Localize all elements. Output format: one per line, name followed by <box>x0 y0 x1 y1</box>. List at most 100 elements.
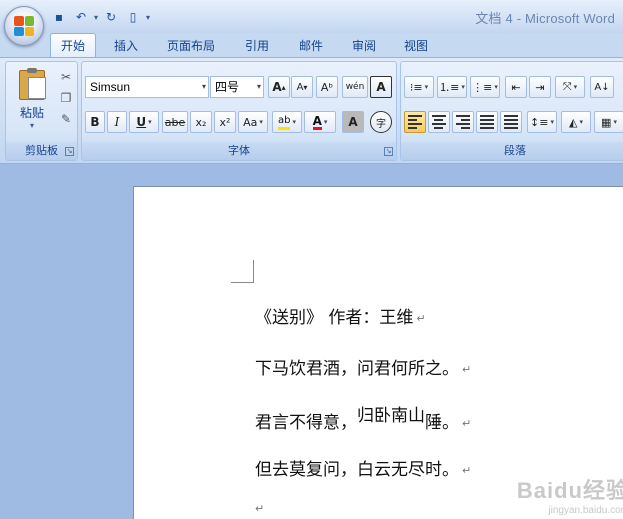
margin-corner-mark <box>231 260 254 283</box>
doc-line-1[interactable]: 下马饮君酒，问君何所之。 ↵ <box>255 354 471 379</box>
watermark-title: Baidu经验 <box>516 478 623 503</box>
bullets-button[interactable]: ⁝≡ ▾ <box>404 76 434 98</box>
align-center-button[interactable] <box>428 111 450 133</box>
paragraph-mark-icon: ↵ <box>462 464 472 477</box>
change-case-button[interactable]: Aa ▾ <box>238 111 268 133</box>
paragraph-mark-icon: ↵ <box>416 312 426 325</box>
watermark-url: jingyan.baidu.com <box>548 505 623 516</box>
highlight-icon: ab <box>278 115 291 130</box>
phonetic-guide-button[interactable]: wén <box>342 76 368 98</box>
tab-view[interactable]: 视图 <box>394 33 438 57</box>
undo-icon[interactable]: ↶ <box>72 8 90 26</box>
font-size-dropdown-icon[interactable]: ▾ <box>257 77 261 97</box>
tab-review[interactable]: 审阅 <box>342 33 386 57</box>
clipboard-dialog-launcher[interactable]: ↘ <box>65 147 74 156</box>
multilevel-list-icon: ⋮≡ <box>472 80 493 94</box>
paragraph-mark-icon: ↵ <box>255 502 265 515</box>
paste-icon <box>19 68 46 100</box>
copy-icon[interactable]: ❐ <box>56 89 76 107</box>
font-name-value: Simsun <box>90 80 131 94</box>
font-name-combo[interactable]: Simsun ▾ <box>85 76 209 98</box>
sort-button[interactable]: A↓ <box>590 76 614 98</box>
tab-home[interactable]: 开始 <box>50 33 96 57</box>
tab-references[interactable]: 引用 <box>235 33 279 57</box>
multilevel-list-button[interactable]: ⋮≡ ▾ <box>470 76 500 98</box>
clipboard-group: 粘贴 ▾ ✂ ❐ ✎ 剪贴板 ↘ <box>5 61 78 161</box>
font-size-combo[interactable]: 四号 ▾ <box>210 76 264 98</box>
font-size-value: 四号 <box>215 80 240 94</box>
justify-button[interactable] <box>476 111 498 133</box>
undo-dropdown-icon[interactable]: ▾ <box>94 13 98 22</box>
window-title: 文档 4 - Microsoft Word <box>475 11 615 26</box>
shading-button[interactable]: ◭ ▾ <box>561 111 591 133</box>
paste-button[interactable]: 粘贴 ▾ <box>12 68 52 136</box>
highlight-button[interactable]: ab ▾ <box>272 111 302 133</box>
tab-mailings[interactable]: 邮件 <box>289 33 333 57</box>
bullets-icon: ⁝≡ <box>409 80 423 94</box>
align-right-icon <box>456 115 470 129</box>
baidu-watermark: Baidu经验 jingyan.baidu.com <box>517 473 623 516</box>
shrink-font-button[interactable]: A ▾ <box>291 76 313 98</box>
bold-button[interactable]: B <box>85 111 105 133</box>
line-spacing-button[interactable]: ↕≡ ▾ <box>527 111 557 133</box>
paint-bucket-icon: ◭ <box>569 115 578 129</box>
quick-access-toolbar: ▪ ↶ ▾ ↻ ▯ ▾ <box>50 7 150 27</box>
save-icon[interactable]: ▪ <box>50 8 68 26</box>
office-button[interactable] <box>4 6 44 46</box>
doc-line-2[interactable]: 君言不得意，归卧南山陲。 ↵ <box>255 406 472 433</box>
asian-layout-button[interactable]: ⤧ ▾ <box>555 76 585 98</box>
strikethrough-button[interactable]: abe <box>162 111 188 133</box>
doc-line-empty[interactable]: ↵ <box>255 498 264 518</box>
font-name-dropdown-icon[interactable]: ▾ <box>202 77 206 97</box>
grow-font-button[interactable]: A ▴ <box>268 76 290 98</box>
paragraph-group: ⁝≡ ▾ ⒈≡ ▾ ⋮≡ ▾ ⇤ ⇥ ⤧ ▾ A↓ ↕≡ ▾ ◭ ▾ ▦ ▾ 段… <box>400 61 623 161</box>
paragraph-mark-icon: ↵ <box>462 363 472 376</box>
title-bar: ▪ ↶ ▾ ↻ ▯ ▾ 文档 4 - Microsoft Word <box>0 0 623 33</box>
new-doc-icon[interactable]: ▯ <box>124 8 142 26</box>
document-page[interactable]: 《送别》 作者：王维 ↵ 下马饮君酒，问君何所之。 ↵ 君言不得意，归卧南山陲。 ↵ … <box>133 186 623 519</box>
format-painter-icon[interactable]: ✎ <box>56 110 76 128</box>
enclose-characters-button[interactable]: 字 <box>370 111 392 133</box>
doc-line-3[interactable]: 但去莫复问，白云无尽时。 ↵ <box>255 455 471 480</box>
font-color-icon: A <box>312 113 322 130</box>
increase-indent-button[interactable]: ⇥ <box>529 76 551 98</box>
paste-dropdown-icon[interactable]: ▾ <box>30 121 34 130</box>
underline-button[interactable]: U ▾ <box>129 111 159 133</box>
font-group: Simsun ▾ 四号 ▾ A ▴ A ▾ Aᵇ wén A B I U ▾ abe … <box>81 61 397 161</box>
cut-icon[interactable]: ✂ <box>56 68 76 86</box>
justify-icon <box>480 115 494 129</box>
distributed-button[interactable] <box>500 111 522 133</box>
character-shading-button[interactable]: A <box>342 111 364 133</box>
decrease-indent-button[interactable]: ⇤ <box>505 76 527 98</box>
increase-indent-icon: ⇥ <box>535 80 545 94</box>
font-group-label: 字体 <box>82 142 396 160</box>
clipboard-small-buttons: ✂ ❐ ✎ <box>56 68 76 128</box>
doc-line-title[interactable]: 《送别》 作者：王维 ↵ <box>255 303 426 328</box>
tab-page-layout[interactable]: 页面布局 <box>160 33 222 57</box>
font-dialog-launcher[interactable]: ↘ <box>384 147 393 156</box>
align-center-icon <box>432 115 446 129</box>
borders-button[interactable]: ▦ ▾ <box>594 111 623 133</box>
tab-insert[interactable]: 插入 <box>103 33 149 57</box>
align-right-button[interactable] <box>452 111 474 133</box>
italic-button[interactable]: I <box>107 111 127 133</box>
align-left-button[interactable] <box>404 111 426 133</box>
raised-text-box[interactable]: 归卧南山 <box>357 406 425 426</box>
font-color-button[interactable]: A ▾ <box>304 111 336 133</box>
numbering-button[interactable]: ⒈≡ ▾ <box>437 76 467 98</box>
document-area: 《送别》 作者：王维 ↵ 下马饮君酒，问君何所之。 ↵ 君言不得意，归卧南山陲。 ↵ … <box>0 165 623 519</box>
superscript-button[interactable]: x² <box>214 111 236 133</box>
decrease-indent-icon: ⇤ <box>511 80 521 94</box>
paragraph-mark-icon: ↵ <box>462 417 472 430</box>
redo-icon[interactable]: ↻ <box>102 8 120 26</box>
character-border-button[interactable]: A <box>370 76 392 98</box>
subscript-button[interactable]: x₂ <box>190 111 212 133</box>
clear-format-button[interactable]: Aᵇ <box>316 76 338 98</box>
asian-layout-icon: ⤧ <box>562 80 572 93</box>
line-spacing-icon: ↕≡ <box>530 115 549 129</box>
ribbon-tabs: 开始 插入 页面布局 引用 邮件 审阅 视图 <box>0 33 623 57</box>
customize-toolbar-icon[interactable]: ▾ <box>146 13 150 22</box>
paragraph-group-label: 段落 <box>401 142 623 160</box>
numbering-icon: ⒈≡ <box>439 81 460 94</box>
sort-icon: A↓ <box>594 81 610 93</box>
